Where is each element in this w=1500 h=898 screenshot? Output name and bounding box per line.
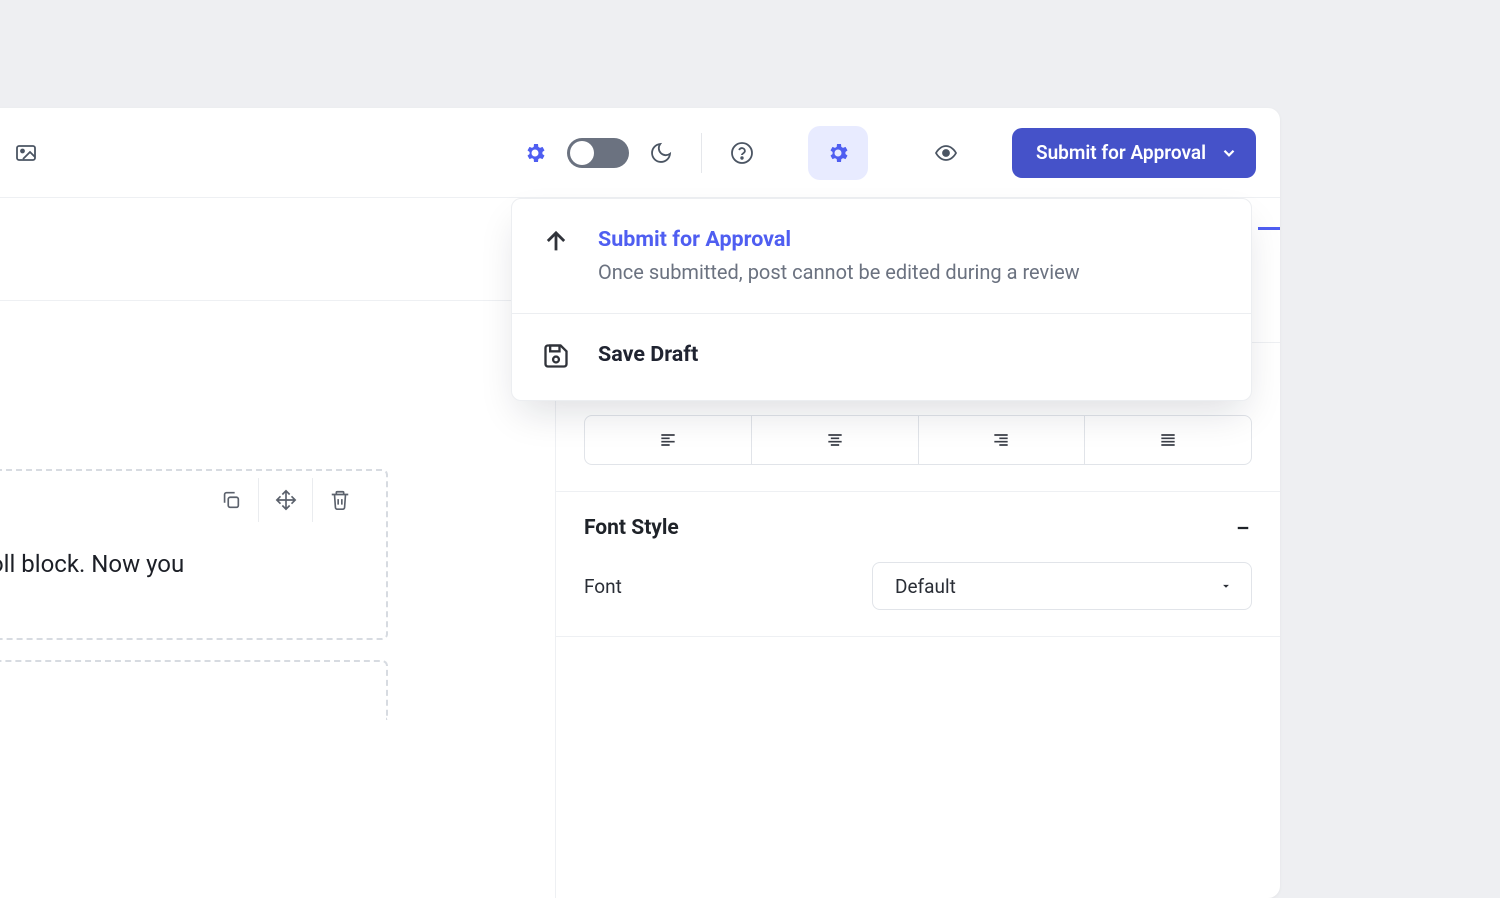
- divider: [701, 133, 702, 173]
- content-block[interactable]: eing the Poll block. Now you: [0, 469, 388, 640]
- section-font-style-title: Font Style: [584, 516, 679, 540]
- section-font-style-header[interactable]: Font Style: [584, 516, 1252, 540]
- font-field: Font Default: [584, 562, 1252, 610]
- submit-button-label: Submit for Approval: [1036, 141, 1206, 164]
- copy-icon[interactable]: [204, 478, 258, 522]
- minus-icon: [1234, 519, 1252, 537]
- add-block-area[interactable]: [0, 660, 388, 720]
- trash-icon[interactable]: [312, 478, 366, 522]
- arrow-up-icon: [542, 225, 572, 259]
- align-left-icon[interactable]: [585, 416, 751, 464]
- save-icon: [542, 340, 572, 374]
- align-justify-icon[interactable]: [1084, 416, 1251, 464]
- font-label: Font: [584, 575, 854, 598]
- top-toolbar: Submit for Approval: [0, 108, 1280, 198]
- dropdown-save-title: Save Draft: [598, 340, 698, 370]
- submit-split-button[interactable]: Submit for Approval: [1012, 128, 1256, 178]
- caret-down-icon: [1219, 579, 1233, 593]
- font-select-value: Default: [895, 575, 956, 598]
- chevron-down-icon: [1220, 144, 1238, 162]
- editor-area: eing the Poll block. Now you: [0, 198, 555, 898]
- align-right-icon[interactable]: [918, 416, 1085, 464]
- dropdown-submit-title: Submit for Approval: [598, 225, 1080, 255]
- dropdown-save-item[interactable]: Save Draft: [512, 313, 1251, 400]
- align-center-icon[interactable]: [751, 416, 918, 464]
- block-toolbar: [0, 471, 386, 529]
- toggle-knob: [570, 141, 594, 165]
- block-text[interactable]: eing the Poll block. Now you: [0, 529, 386, 638]
- gear-icon[interactable]: [515, 133, 555, 173]
- font-select[interactable]: Default: [872, 562, 1252, 610]
- image-icon[interactable]: [6, 133, 46, 173]
- editor-window: Submit for Approval eing th: [0, 108, 1280, 898]
- settings-active-icon[interactable]: [808, 126, 868, 180]
- moon-icon[interactable]: [641, 133, 681, 173]
- move-icon[interactable]: [258, 478, 312, 522]
- dropdown-submit-body: Submit for Approval Once submitted, post…: [598, 225, 1080, 287]
- alignment-group: [584, 415, 1252, 465]
- theme-toggle[interactable]: [567, 138, 629, 168]
- dropdown-save-body: Save Draft: [598, 340, 698, 370]
- dropdown-submit-desc: Once submitted, post cannot be edited du…: [598, 257, 1080, 287]
- submit-dropdown: Submit for Approval Once submitted, post…: [511, 198, 1252, 401]
- help-icon[interactable]: [722, 133, 762, 173]
- section-font-style: Font Style Font Default: [556, 492, 1280, 637]
- editor-divider: [0, 300, 555, 301]
- preview-eye-icon[interactable]: [926, 133, 966, 173]
- dropdown-submit-item[interactable]: Submit for Approval Once submitted, post…: [512, 199, 1251, 313]
